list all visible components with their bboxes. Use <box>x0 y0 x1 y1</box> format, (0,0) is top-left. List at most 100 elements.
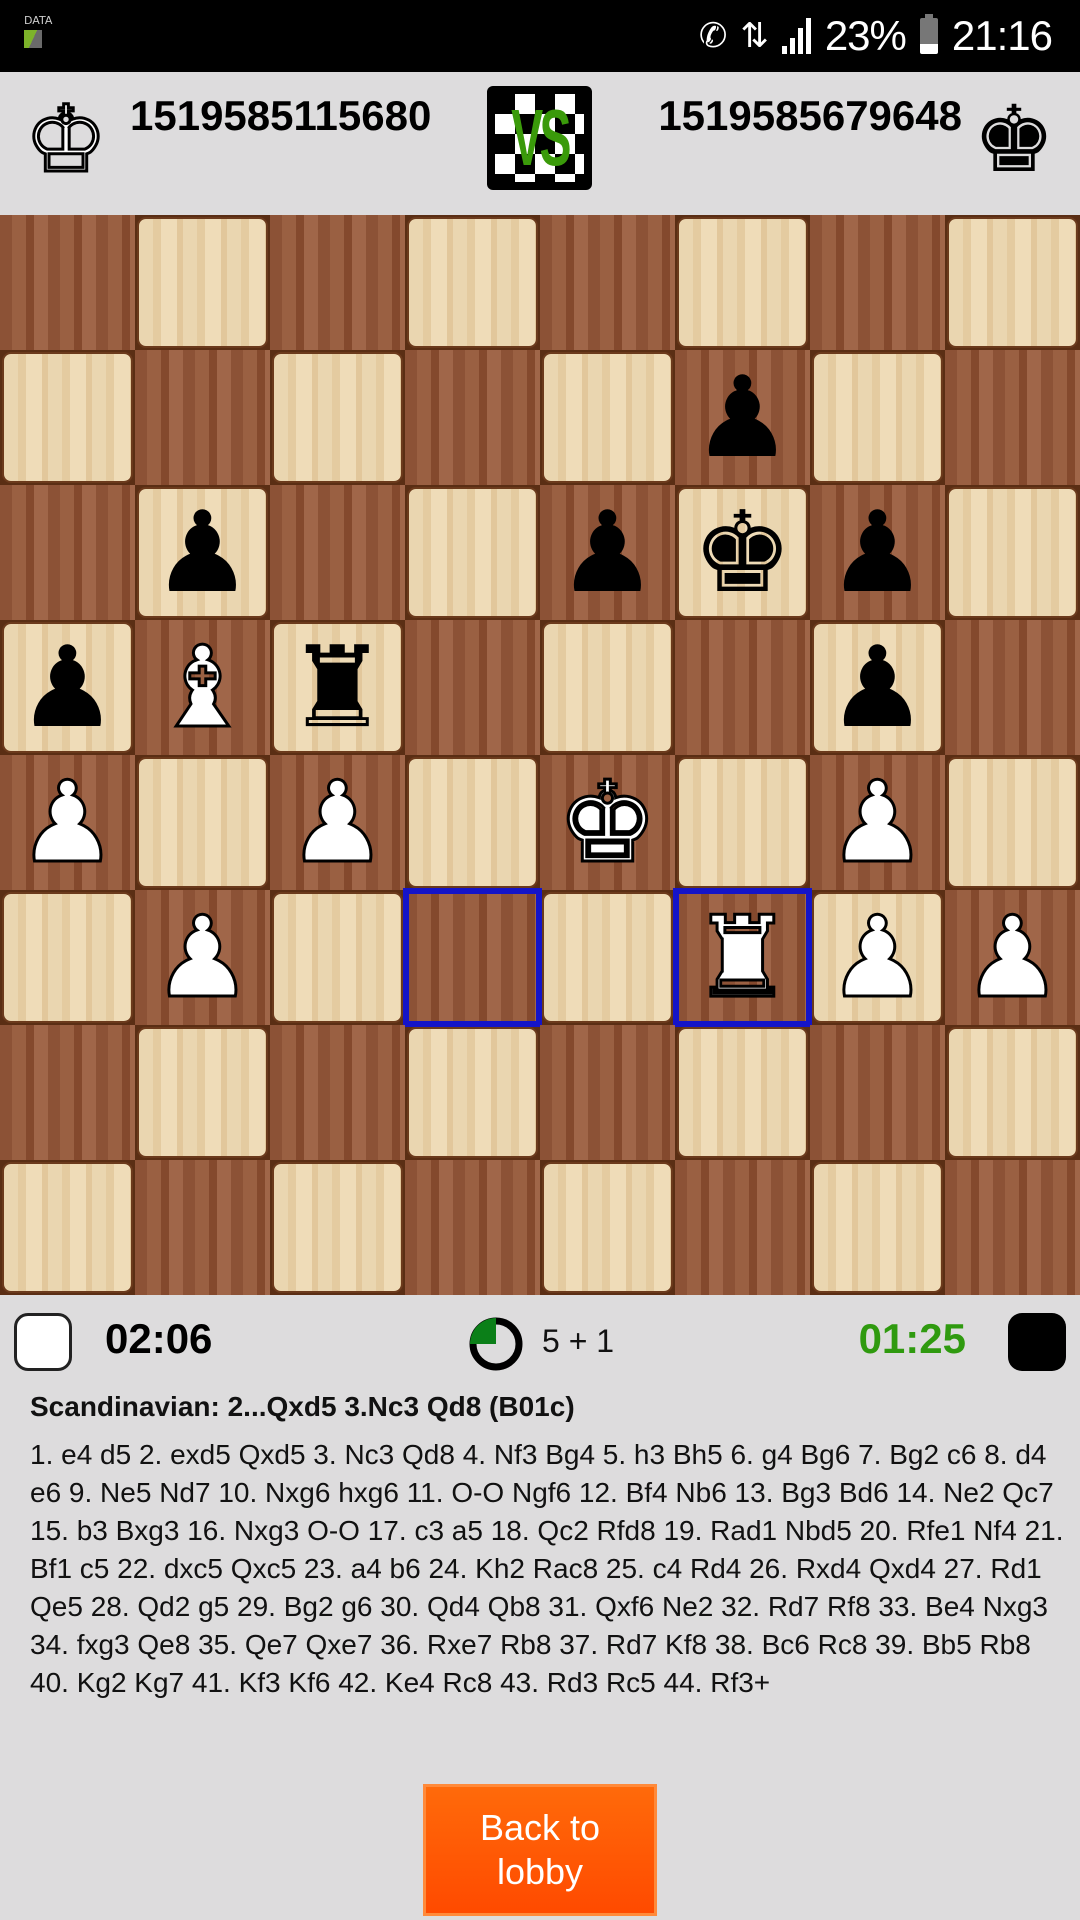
square-c6[interactable] <box>270 485 405 620</box>
white-bishop-icon[interactable]: ♝ <box>151 630 254 745</box>
square-h3[interactable]: ♟ <box>945 890 1080 1025</box>
square-e6[interactable]: ♟ <box>540 485 675 620</box>
square-d6[interactable] <box>407 487 538 618</box>
square-f6[interactable]: ♚ <box>677 487 808 618</box>
square-g1[interactable] <box>812 1162 943 1293</box>
black-clock: 01:25 <box>858 1315 966 1362</box>
back-to-lobby-button[interactable]: Back to lobby <box>423 1784 657 1916</box>
clock-time: 21:16 <box>951 12 1053 59</box>
square-b6[interactable]: ♟ <box>137 487 268 618</box>
vs-icon: VS <box>487 86 592 190</box>
signal-icon <box>781 18 811 54</box>
data-label: DATA <box>24 14 53 27</box>
wifi-icon: ⇅ <box>740 17 768 55</box>
square-d1[interactable] <box>405 1160 540 1295</box>
square-e4[interactable]: ♚ <box>540 755 675 890</box>
square-g5[interactable]: ♟ <box>812 622 943 753</box>
white-king-icon: ♔ <box>23 89 108 192</box>
data-usage-icon <box>24 30 42 48</box>
square-b8[interactable] <box>137 217 268 348</box>
square-e1[interactable] <box>542 1162 673 1293</box>
square-g7[interactable] <box>812 352 943 483</box>
timer-elapsed-wedge <box>470 1318 496 1344</box>
square-a4[interactable]: ♟ <box>0 755 135 890</box>
white-king-icon[interactable]: ♚ <box>556 765 659 880</box>
black-pawn-icon[interactable]: ♟ <box>557 497 657 609</box>
square-c3[interactable] <box>272 892 403 1023</box>
square-a2[interactable] <box>0 1025 135 1160</box>
black-pawn-icon[interactable]: ♟ <box>17 632 117 744</box>
square-a6[interactable] <box>0 485 135 620</box>
square-b5[interactable]: ♝ <box>135 620 270 755</box>
square-h1[interactable] <box>945 1160 1080 1295</box>
black-pawn-icon[interactable]: ♟ <box>152 497 252 609</box>
square-d8[interactable] <box>407 217 538 348</box>
square-f8[interactable] <box>677 217 808 348</box>
square-d4[interactable] <box>407 757 538 888</box>
square-g2[interactable] <box>810 1025 945 1160</box>
square-e5[interactable] <box>542 622 673 753</box>
square-f1[interactable] <box>675 1160 810 1295</box>
square-a8[interactable] <box>0 215 135 350</box>
square-g8[interactable] <box>810 215 945 350</box>
square-d3[interactable] <box>403 888 542 1027</box>
square-c5[interactable]: ♜ <box>272 622 403 753</box>
square-d7[interactable] <box>405 350 540 485</box>
status-icons: ✆ ⇅ 23% 21:16 <box>699 10 1053 62</box>
white-pawn-icon[interactable]: ♟ <box>826 900 929 1015</box>
white-pawn-icon[interactable]: ♟ <box>961 900 1064 1015</box>
square-h7[interactable] <box>945 350 1080 485</box>
square-g6[interactable]: ♟ <box>810 485 945 620</box>
white-pawn-icon[interactable]: ♟ <box>286 765 389 880</box>
square-h4[interactable] <box>947 757 1078 888</box>
square-h6[interactable] <box>947 487 1078 618</box>
square-c7[interactable] <box>272 352 403 483</box>
square-h2[interactable] <box>947 1027 1078 1158</box>
black-king-icon: ♚ <box>972 89 1056 191</box>
square-b1[interactable] <box>135 1160 270 1295</box>
white-clock: 02:06 <box>105 1315 213 1362</box>
square-g3[interactable]: ♟ <box>812 892 943 1023</box>
square-b4[interactable] <box>137 757 268 888</box>
square-f7[interactable]: ♟ <box>675 350 810 485</box>
players-header: ♔ 1519585115680 VS 1519585679648 ♚ <box>0 72 1080 215</box>
square-d5[interactable] <box>405 620 540 755</box>
black-pawn-icon[interactable]: ♟ <box>827 632 927 744</box>
square-e8[interactable] <box>540 215 675 350</box>
square-d2[interactable] <box>407 1027 538 1158</box>
square-f2[interactable] <box>677 1027 808 1158</box>
black-rook-icon[interactable]: ♜ <box>287 632 387 744</box>
square-a1[interactable] <box>2 1162 133 1293</box>
black-king-icon[interactable]: ♚ <box>692 497 792 609</box>
black-pawn-icon[interactable]: ♟ <box>827 497 927 609</box>
square-f4[interactable] <box>677 757 808 888</box>
white-rook-icon[interactable]: ♜ <box>691 900 794 1015</box>
chess-board[interactable]: ♟ ♟ ♟ ♚ ♟ ♟ ♝ ♜ ♟ ♟ ♟ ♚ ♟ ♟ ♜ ♟ ♟ <box>0 215 1080 1295</box>
white-pawn-icon[interactable]: ♟ <box>826 765 929 880</box>
square-b7[interactable] <box>135 350 270 485</box>
square-a5[interactable]: ♟ <box>2 622 133 753</box>
player-white-name: 1519585115680 <box>130 92 432 139</box>
square-c8[interactable] <box>270 215 405 350</box>
square-a3[interactable] <box>2 892 133 1023</box>
square-c1[interactable] <box>272 1162 403 1293</box>
clock-bar: 02:06 5 + 1 01:25 <box>0 1295 1080 1385</box>
square-g4[interactable]: ♟ <box>810 755 945 890</box>
white-pawn-icon[interactable]: ♟ <box>16 765 119 880</box>
square-f3[interactable]: ♜ <box>673 888 812 1027</box>
square-e2[interactable] <box>540 1025 675 1160</box>
square-e7[interactable] <box>542 352 673 483</box>
square-b3[interactable]: ♟ <box>135 890 270 1025</box>
black-pawn-icon[interactable]: ♟ <box>692 362 792 474</box>
square-c4[interactable]: ♟ <box>270 755 405 890</box>
vs-label: VS <box>511 93 571 182</box>
square-f5[interactable] <box>675 620 810 755</box>
square-h8[interactable] <box>947 217 1078 348</box>
time-control: 5 + 1 <box>542 1323 615 1359</box>
square-b2[interactable] <box>137 1027 268 1158</box>
square-a7[interactable] <box>2 352 133 483</box>
square-e3[interactable] <box>542 892 673 1023</box>
square-h5[interactable] <box>945 620 1080 755</box>
square-c2[interactable] <box>270 1025 405 1160</box>
white-pawn-icon[interactable]: ♟ <box>151 900 254 1015</box>
